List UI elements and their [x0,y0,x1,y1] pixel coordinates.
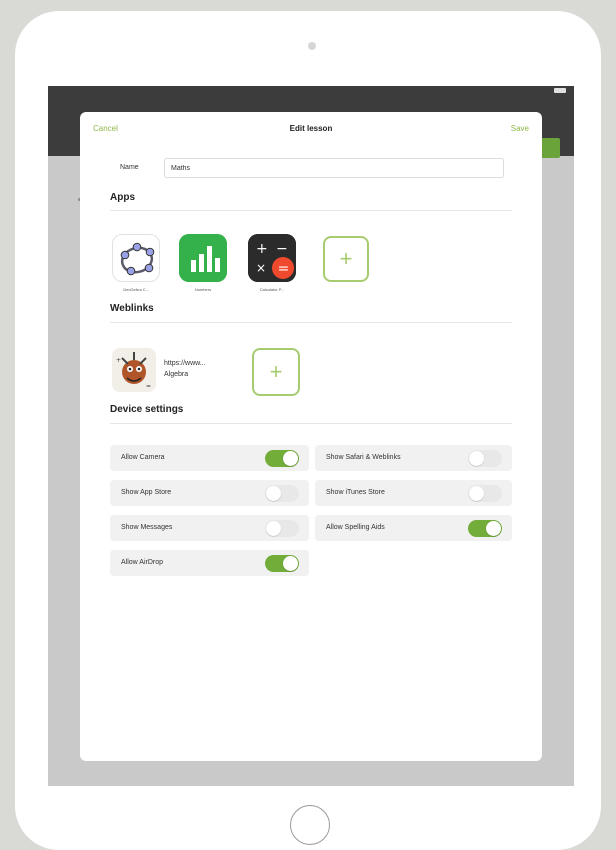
setting-row-allow-airdrop: Allow AirDrop [110,550,309,576]
setting-label: Show iTunes Store [326,489,385,496]
plus-icon: + [339,246,353,271]
setting-label: Allow AirDrop [121,559,164,566]
weblinks-divider [110,322,512,323]
setting-label: Show Safari & Weblinks [326,454,401,461]
name-input[interactable] [164,158,504,178]
plus-icon: + [269,359,283,384]
app-label: Calculator P... [259,287,285,292]
edit-lesson-modal: Cancel Edit lesson Save Name Apps GeoGeb… [80,112,542,761]
weblink-title: Algebra [164,371,189,378]
setting-row-show-app-store: Show App Store [110,480,309,506]
setting-row-show-safari-weblinks: Show Safari & Weblinks [315,445,512,471]
weblink-url[interactable]: https://www... [164,360,206,367]
toggle-knob [469,486,484,501]
toggle-knob [469,451,484,466]
add-weblink-button[interactable]: + [252,348,300,396]
status-bar [551,88,566,94]
setting-row-allow-spelling-aids: Allow Spelling Aids [315,515,512,541]
device-settings-divider [110,423,512,424]
show-safari-weblinks-toggle[interactable] [468,450,502,467]
setting-row-show-itunes-store: Show iTunes Store [315,480,512,506]
allow-airdrop-toggle[interactable] [265,555,299,572]
modal-header: Cancel Edit lesson Save [80,112,542,148]
allow-spelling-aids-toggle[interactable] [468,520,502,537]
setting-row-show-messages: Show Messages [110,515,309,541]
device-settings-section-title: Device settings [110,404,184,415]
calculator-icon: + − × = [248,234,296,282]
save-button[interactable]: Save [511,124,529,133]
show-itunes-store-toggle[interactable] [468,485,502,502]
setting-label: Show App Store [121,489,172,496]
toggle-knob [266,486,281,501]
svg-text:+: + [256,241,268,257]
show-messages-toggle[interactable] [265,520,299,537]
modal-title: Edit lesson [289,124,333,133]
apps-section-title: Apps [110,192,135,203]
name-label: Name [120,164,139,171]
svg-text:+: + [116,357,121,364]
svg-text:×: × [256,261,266,275]
weblinks-section-title: Weblinks [110,303,154,314]
setting-label: Allow Spelling Aids [326,524,385,531]
setting-label: Show Messages [121,524,173,531]
svg-text:−: − [276,241,288,257]
numbers-icon [179,234,227,282]
toggle-knob [283,556,298,571]
apps-divider [110,210,512,211]
toggle-knob [486,521,501,536]
battery-icon [554,88,566,93]
toggle-knob [283,451,298,466]
geogebra-icon [112,234,160,282]
toggle-knob [266,521,281,536]
add-app-button[interactable]: + [323,236,369,282]
setting-row-allow-camera: Allow Camera [110,445,309,471]
svg-text:=: = [146,383,151,390]
app-label: GeoGebra C... [122,287,149,292]
allow-camera-toggle[interactable] [265,450,299,467]
algebra-thumbnail[interactable]: + = [112,348,156,392]
front-camera [308,42,316,50]
setting-label: Allow Camera [121,454,165,461]
show-app-store-toggle[interactable] [265,485,299,502]
app-label: Numbers [194,287,212,292]
svg-text:=: = [278,261,290,277]
home-button[interactable] [290,805,330,845]
